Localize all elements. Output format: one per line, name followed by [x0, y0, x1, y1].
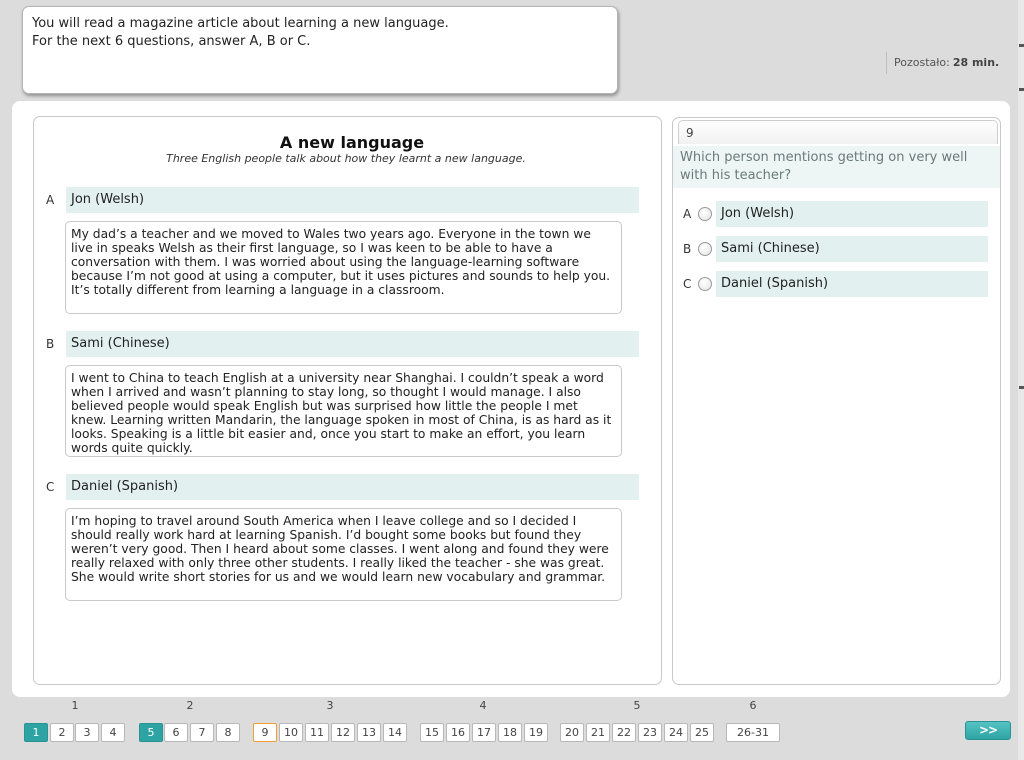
- instructions-panel: You will read a magazine article about l…: [22, 6, 618, 94]
- group-label-2: 2: [186, 699, 194, 712]
- next-button[interactable]: >>: [965, 721, 1011, 740]
- option-b-letter: B: [683, 242, 692, 256]
- window-edge: [1018, 0, 1024, 760]
- option-a[interactable]: A Jon (Welsh): [681, 201, 991, 227]
- option-c-label[interactable]: Daniel (Spanish): [716, 271, 988, 297]
- page-button-24[interactable]: 24: [664, 723, 688, 742]
- group-label-1: 1: [71, 699, 79, 712]
- article-panel[interactable]: A new language Three English people talk…: [33, 116, 662, 685]
- page-button-11[interactable]: 11: [305, 723, 329, 742]
- page-button-5[interactable]: 5: [139, 723, 163, 742]
- option-c-letter: C: [683, 277, 692, 291]
- option-a-radio[interactable]: [698, 207, 712, 221]
- person-b-name: Sami (Chinese): [66, 331, 639, 357]
- group-label-5: 5: [633, 699, 641, 712]
- person-c-text: I’m hoping to travel around South Americ…: [65, 508, 622, 601]
- page-button-9[interactable]: 9: [253, 723, 277, 742]
- page-button-19[interactable]: 19: [524, 723, 548, 742]
- time-remaining: Pozostało: 28 min.: [886, 52, 1018, 74]
- option-b[interactable]: B Sami (Chinese): [681, 236, 991, 262]
- group-label-4: 4: [479, 699, 487, 712]
- person-a-name: Jon (Welsh): [66, 187, 639, 213]
- page-button-15[interactable]: 15: [420, 723, 444, 742]
- page-button-17[interactable]: 17: [472, 723, 496, 742]
- article-title: A new language: [279, 133, 425, 152]
- person-b-text: I went to China to teach English at a un…: [65, 365, 622, 457]
- person-c-name: Daniel (Spanish): [66, 474, 639, 500]
- page-button-23[interactable]: 23: [638, 723, 662, 742]
- page-button-2[interactable]: 2: [50, 723, 74, 742]
- page-button-25[interactable]: 25: [690, 723, 714, 742]
- page-button-20[interactable]: 20: [560, 723, 584, 742]
- page-button-8[interactable]: 8: [216, 723, 240, 742]
- page-button-16[interactable]: 16: [446, 723, 470, 742]
- page-button-6[interactable]: 6: [164, 723, 188, 742]
- page-button-4[interactable]: 4: [101, 723, 125, 742]
- option-b-radio[interactable]: [698, 242, 712, 256]
- option-c[interactable]: C Daniel (Spanish): [681, 271, 991, 297]
- timer-value: 28 min.: [952, 56, 1000, 69]
- group-label-3: 3: [326, 699, 334, 712]
- option-a-letter: A: [683, 207, 692, 221]
- page-button-7[interactable]: 7: [190, 723, 214, 742]
- instructions-line-1: You will read a magazine article about l…: [32, 16, 449, 31]
- person-c-letter: C: [46, 480, 55, 494]
- page-button-13[interactable]: 13: [357, 723, 381, 742]
- page-button-1[interactable]: 1: [24, 723, 48, 742]
- page-button-14[interactable]: 14: [383, 723, 407, 742]
- page-button-18[interactable]: 18: [498, 723, 522, 742]
- option-c-radio[interactable]: [698, 277, 712, 291]
- question-text: Which person mentions getting on very we…: [673, 146, 1000, 188]
- instructions-line-2: For the next 6 questions, answer A, B or…: [32, 34, 311, 49]
- article-subtitle: Three English people talk about how they…: [166, 152, 526, 165]
- question-panel: 9 Which person mentions getting on very …: [672, 117, 1001, 685]
- question-number: 9: [678, 120, 998, 144]
- timer-label: Pozostało:: [894, 56, 950, 69]
- page-button-21[interactable]: 21: [586, 723, 610, 742]
- page-button-3[interactable]: 3: [75, 723, 99, 742]
- option-a-label[interactable]: Jon (Welsh): [716, 201, 988, 227]
- group-label-6: 6: [749, 699, 757, 712]
- page-button-12[interactable]: 12: [331, 723, 355, 742]
- page-button-22[interactable]: 22: [612, 723, 636, 742]
- person-a-letter: A: [46, 193, 55, 207]
- person-b-letter: B: [46, 337, 55, 351]
- option-b-label[interactable]: Sami (Chinese): [716, 236, 988, 262]
- page-button-10[interactable]: 10: [279, 723, 303, 742]
- page-button-26-31[interactable]: 26-31: [726, 723, 780, 742]
- person-a-text: My dad’s a teacher and we moved to Wales…: [65, 221, 622, 314]
